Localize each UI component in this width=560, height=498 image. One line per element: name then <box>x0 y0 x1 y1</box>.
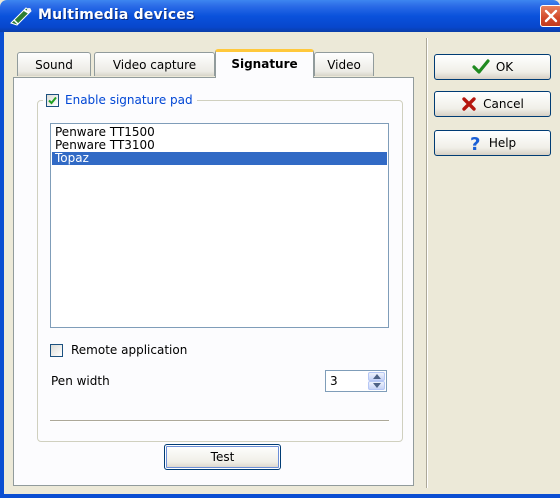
help-question-icon: ? <box>469 134 483 152</box>
separator-highlight <box>50 421 389 422</box>
spin-down-icon <box>373 383 381 388</box>
tab-sound[interactable]: Sound <box>17 52 91 76</box>
enable-signature-pad-label: Enable signature pad <box>65 93 193 107</box>
multimedia-app-icon <box>8 5 34 27</box>
pen-width-value[interactable]: 3 <box>330 374 338 388</box>
list-item[interactable]: Penware TT3100 <box>52 139 387 152</box>
close-icon <box>544 9 558 23</box>
spin-up-button[interactable] <box>368 372 385 381</box>
pen-width-spinner[interactable]: 3 <box>325 370 387 392</box>
remote-application-checkbox[interactable]: Remote application <box>50 343 187 357</box>
remote-application-label: Remote application <box>71 343 188 357</box>
tab-video[interactable]: Video <box>314 52 374 76</box>
checkbox-checked-icon[interactable] <box>46 93 59 107</box>
window-frame-left <box>0 32 4 498</box>
svg-text:?: ? <box>470 134 480 152</box>
signature-device-list[interactable]: Penware TT1500 Penware TT3100 Topaz <box>50 123 389 328</box>
spin-down-button[interactable] <box>368 381 385 390</box>
list-item-selected[interactable]: Topaz <box>52 152 387 165</box>
spin-up-icon <box>373 374 381 379</box>
checkmark-icon <box>472 59 490 75</box>
cancel-x-icon <box>461 96 477 112</box>
enable-signature-pad-checkbox[interactable]: Enable signature pad <box>43 91 197 109</box>
tab-signature[interactable]: Signature <box>215 49 314 78</box>
cancel-button[interactable]: Cancel <box>434 91 551 117</box>
vertical-divider-highlight <box>427 38 428 488</box>
pen-width-label: Pen width <box>51 374 110 388</box>
window-frame-bottom <box>0 494 560 498</box>
tab-video-capture[interactable]: Video capture <box>94 52 215 76</box>
test-button[interactable]: Test <box>164 444 281 470</box>
checkbox-unchecked-icon[interactable] <box>50 343 63 357</box>
window-title: Multimedia devices <box>38 7 195 23</box>
title-bar[interactable]: Multimedia devices <box>0 0 560 32</box>
multimedia-devices-dialog: Multimedia devices Sound Video capture S… <box>0 0 560 498</box>
close-button[interactable] <box>540 5 560 27</box>
help-button[interactable]: ? Help <box>434 130 551 156</box>
ok-button[interactable]: OK <box>434 54 551 80</box>
